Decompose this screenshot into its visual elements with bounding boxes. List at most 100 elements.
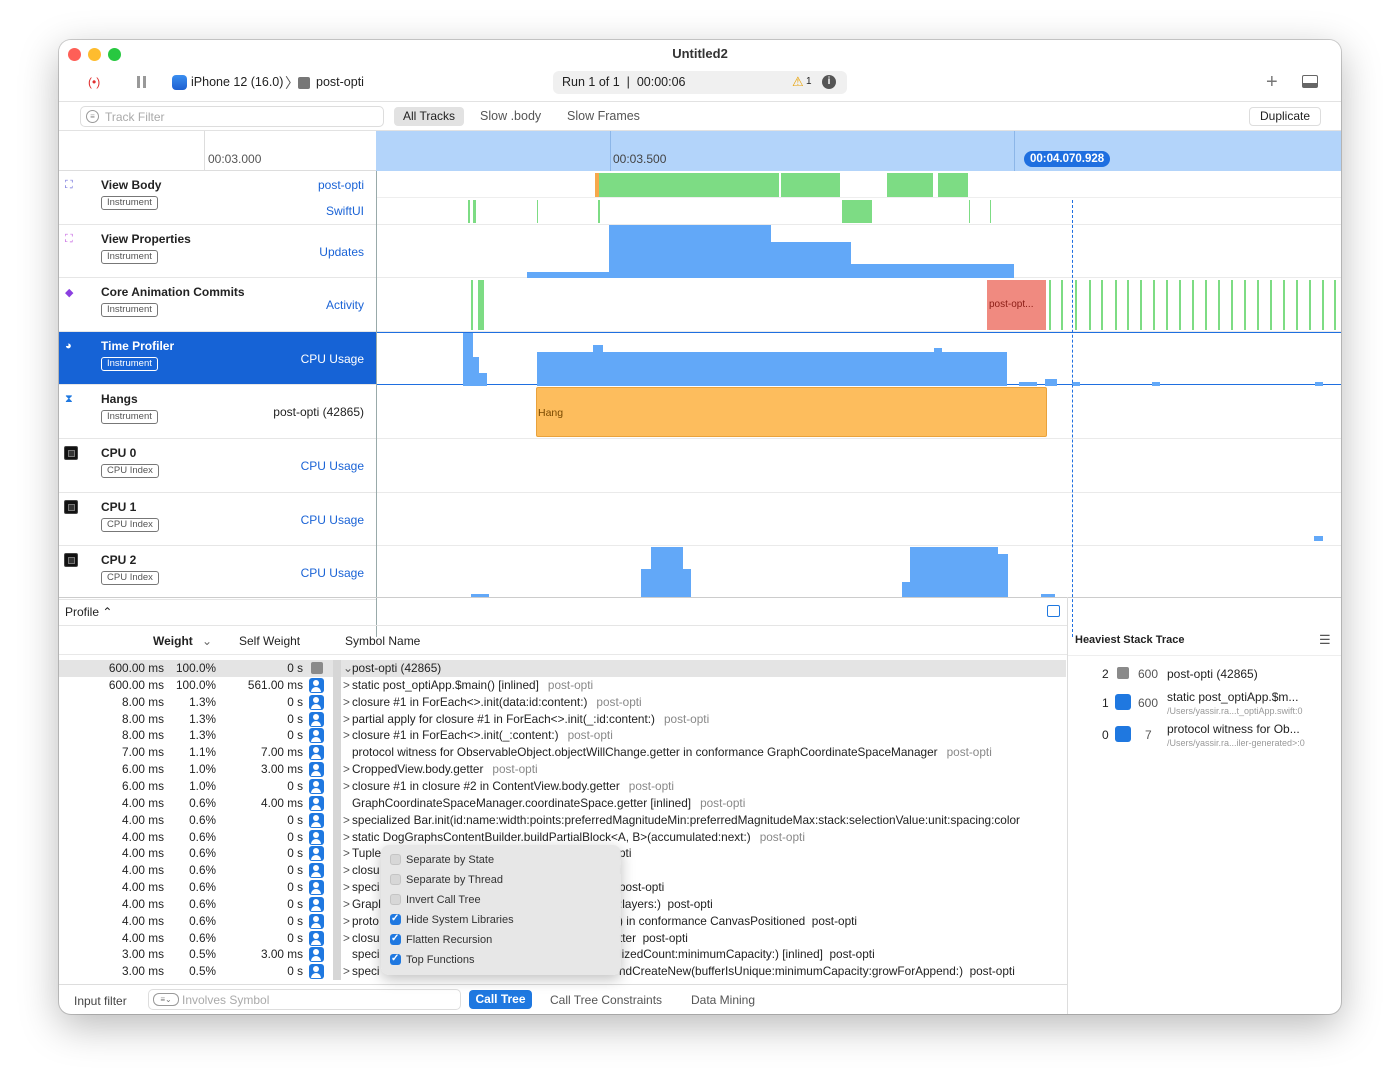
info-icon[interactable]: i	[822, 75, 836, 89]
view-properties-updates[interactable]	[609, 224, 771, 278]
checkbox-checked-icon[interactable]	[390, 952, 401, 966]
sort-chevron-icon[interactable]: ⌄	[202, 628, 212, 654]
lane-cpu-2[interactable]	[377, 546, 1341, 600]
checkbox-icon[interactable]	[390, 874, 401, 885]
self-weight-cell: 3.00 ms	[261, 947, 303, 962]
disclosure-chevron-icon[interactable]: >	[343, 727, 352, 744]
option-separate-by-state[interactable]: Separate by State	[390, 853, 494, 869]
disclosure-chevron-icon[interactable]: >	[343, 778, 352, 795]
track-cpu-2[interactable]: CPU 2 CPU Index CPU Usage	[59, 546, 376, 600]
checkbox-icon[interactable]	[390, 854, 401, 865]
option-invert-call-tree[interactable]: Invert Call Tree	[390, 893, 481, 909]
record-button[interactable]: (•)	[88, 75, 100, 89]
tab-call-tree[interactable]: Call Tree	[469, 990, 532, 1009]
table-row[interactable]: 6.00 ms 1.0% 3.00 ms > CroppedView.body.gett…	[59, 761, 1066, 779]
view-body-interval[interactable]	[781, 173, 840, 197]
tab-call-tree-constraints[interactable]: Call Tree Constraints	[550, 993, 662, 1007]
disclosure-chevron-icon[interactable]: ⌄	[343, 660, 353, 677]
table-row[interactable]: 600.00 ms 100.0% 0 s ⌄post-opti (42865)	[59, 660, 1066, 677]
profile-mode-selector[interactable]: Profile ⌃	[65, 605, 112, 619]
track-filter-field[interactable]: ≡ Track Filter	[80, 106, 384, 127]
checkbox-checked-icon[interactable]	[390, 932, 401, 946]
stack-frame[interactable]: 2 600 post-opti (42865)	[1068, 665, 1341, 687]
table-row[interactable]: 8.00 ms 1.3% 0 s > closure #1 in ForEach<>.i…	[59, 727, 1066, 745]
tab-data-mining[interactable]: Data Mining	[691, 993, 755, 1007]
table-row[interactable]: 7.00 ms 1.1% 7.00 ms protocol witness for …	[59, 744, 1066, 762]
track-view-body[interactable]: ⛶ View Body Instrument post-opti SwiftUI	[59, 171, 376, 225]
pause-button[interactable]	[137, 76, 147, 88]
stack-frame[interactable]: 1 600 static post_optiApp.$m... /Users/y…	[1068, 690, 1341, 720]
option-top-functions[interactable]: Top Functions	[390, 952, 474, 969]
table-row[interactable]: 600.00 ms 100.0% 561.00 ms > static post_opt…	[59, 676, 1066, 694]
hang-interval[interactable]: Hang	[536, 387, 1047, 438]
stack-options-icon[interactable]: ☰	[1319, 632, 1331, 648]
track-cpu-1[interactable]: CPU 1 CPU Index CPU Usage	[59, 493, 376, 547]
view-body-interval[interactable]	[938, 173, 968, 197]
disclosure-chevron-icon[interactable]: >	[343, 829, 352, 846]
disclosure-chevron-icon[interactable]: >	[343, 930, 352, 947]
lane-time-profiler[interactable]	[377, 331, 1341, 386]
lane-cpu-0[interactable]	[377, 439, 1341, 493]
disclosure-chevron-icon[interactable]: >	[343, 913, 352, 930]
lane-view-properties[interactable]	[377, 224, 1341, 279]
view-body-interval[interactable]	[599, 173, 779, 197]
table-row[interactable]: 4.00 ms 0.6% 4.00 ms GraphCoordinateSpaceM…	[59, 794, 1066, 812]
view-body-interval[interactable]	[887, 173, 933, 197]
target-selector[interactable]: post-opti	[316, 75, 364, 89]
commit-interval[interactable]: post-opt...	[987, 280, 1046, 331]
table-row[interactable]: 8.00 ms 1.3% 0 s > closure #1 in ForEach<>.i…	[59, 693, 1066, 711]
disclosure-chevron-icon[interactable]: >	[343, 845, 352, 862]
disclosure-chevron-icon[interactable]: >	[343, 862, 352, 879]
swiftui-interval[interactable]	[842, 200, 872, 223]
option-separate-by-thread[interactable]: Separate by Thread	[390, 873, 503, 889]
warning-icon[interactable]: ⚠	[792, 74, 804, 90]
lane-cpu-1[interactable]	[377, 493, 1341, 547]
lane-view-body[interactable]	[377, 171, 1341, 225]
track-time-profiler[interactable]: ◕ Time Profiler Instrument CPU Usage	[59, 331, 376, 386]
table-row[interactable]: 4.00 ms 0.6% 0 s > specialized Bar.init(id:n…	[59, 811, 1066, 829]
option-hide-system-libraries[interactable]: Hide System Libraries	[390, 912, 514, 929]
playhead-time[interactable]: 00:04.070.928	[1024, 151, 1111, 167]
disclosure-chevron-icon[interactable]: >	[343, 879, 352, 896]
device-selector[interactable]: iPhone 12 (16.0)	[191, 75, 283, 89]
timeline-lanes[interactable]: post-opt... Hang	[376, 171, 1341, 637]
column-self-weight[interactable]: Self Weight	[239, 628, 300, 654]
disclosure-chevron-icon[interactable]: >	[343, 963, 352, 980]
disclosure-chevron-icon[interactable]: >	[343, 761, 352, 778]
disclosure-chevron-icon[interactable]: >	[343, 812, 352, 829]
column-weight[interactable]: Weight	[153, 628, 193, 654]
checkbox-icon[interactable]	[390, 894, 401, 905]
cpu-usage-spike[interactable]	[463, 332, 473, 386]
lane-hangs[interactable]: Hang	[377, 385, 1341, 439]
add-instrument-button[interactable]: +	[1266, 71, 1278, 94]
checkbox-checked-icon[interactable]	[390, 912, 401, 926]
track-cpu-0[interactable]: CPU 0 CPU Index CPU Usage	[59, 439, 376, 493]
cpu-usage-block[interactable]	[537, 351, 1007, 386]
lane-core-animation[interactable]: post-opt...	[377, 278, 1341, 332]
filter-options-icon[interactable]: ≡⌄	[153, 993, 179, 1006]
involves-symbol-field[interactable]: ≡⌄ Involves Symbol	[148, 989, 461, 1010]
symbol-name: closure #1 in closure #2 in ContentView.…	[352, 778, 620, 793]
time-ruler[interactable]: 00:03.000 00:03.500 00:04.070.928	[59, 131, 1341, 171]
track-view-properties[interactable]: ⛶ View Properties Instrument Updates	[59, 225, 376, 279]
duplicate-button[interactable]: Duplicate	[1249, 107, 1321, 126]
disclosure-chevron-icon[interactable]: >	[343, 711, 352, 728]
selected-range[interactable]	[376, 131, 1341, 171]
toggle-panel-button[interactable]	[1302, 75, 1318, 88]
option-flatten-recursion[interactable]: Flatten Recursion	[390, 932, 492, 949]
table-row[interactable]: 4.00 ms 0.6% 0 s > static DogGraphsContentBu…	[59, 828, 1066, 846]
disclosure-chevron-icon[interactable]: >	[343, 677, 352, 694]
stack-frame[interactable]: 0 7 protocol witness for Ob... /Users/ya…	[1068, 722, 1341, 752]
track-core-animation[interactable]: ◆ Core Animation Commits Instrument Acti…	[59, 278, 376, 332]
table-row[interactable]: 6.00 ms 1.0% 0 s > closure #1 in closure #2 …	[59, 777, 1066, 795]
sidebar-toggle-icon[interactable]	[1047, 605, 1060, 617]
scope-slow-frames[interactable]: Slow Frames	[567, 109, 640, 123]
user-code-icon	[309, 745, 324, 761]
disclosure-chevron-icon[interactable]: >	[343, 896, 352, 913]
scope-slow-body[interactable]: Slow .body	[480, 109, 541, 123]
scope-all-tracks[interactable]: All Tracks	[394, 107, 464, 126]
disclosure-chevron-icon[interactable]: >	[343, 694, 352, 711]
column-symbol-name[interactable]: Symbol Name	[345, 628, 420, 654]
track-hangs[interactable]: ⧗ Hangs Instrument post-opti (42865)	[59, 385, 376, 439]
table-row[interactable]: 8.00 ms 1.3% 0 s > partial apply for closure…	[59, 710, 1066, 728]
